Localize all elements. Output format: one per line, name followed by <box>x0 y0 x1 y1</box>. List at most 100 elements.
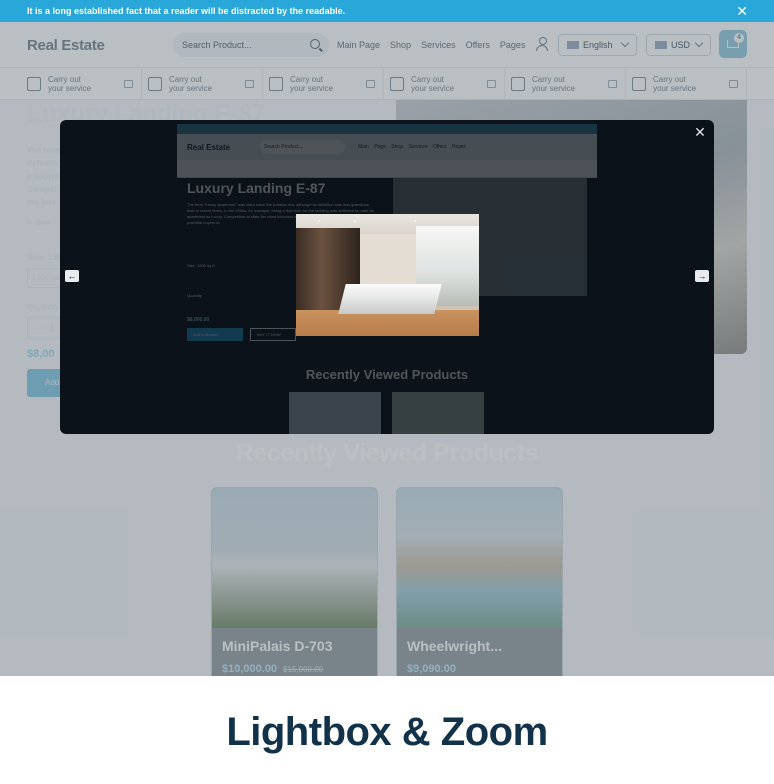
feature-link[interactable]: ✂ See <box>27 218 50 227</box>
description-line: the Inte <box>27 198 56 207</box>
close-icon[interactable]: ✕ <box>692 124 708 140</box>
chevron-down-icon <box>620 38 630 48</box>
product-card-name[interactable]: Wheelwright... <box>407 638 502 654</box>
card-price: $9,090.00 <box>407 663 456 675</box>
store-icon <box>632 77 646 91</box>
service-item[interactable]: Carry out your service <box>384 68 505 100</box>
card-price: $10,000.00 <box>222 663 278 675</box>
card-old-price: $15,000.00 <box>283 665 324 674</box>
apartment-icon <box>390 77 404 91</box>
lightbox-modal: Real Estate Search Product... Main Page … <box>60 120 714 434</box>
service-line2: your service <box>653 84 697 93</box>
arrow-icon <box>245 80 254 88</box>
service-line1: Carry out <box>169 75 202 84</box>
arrow-icon <box>487 80 496 88</box>
mini-logo: Real Estate <box>187 143 231 152</box>
prev-arrow-icon[interactable]: ← <box>65 270 79 282</box>
house-icon <box>269 77 283 91</box>
nav-pages[interactable]: Pages <box>500 40 526 50</box>
currency-value: USD <box>671 40 691 50</box>
service-item[interactable]: Carry out your service <box>263 68 384 100</box>
product-card-image[interactable] <box>212 488 377 628</box>
office-icon <box>148 77 162 91</box>
arrow-icon <box>366 80 375 88</box>
service-line2: your service <box>532 84 576 93</box>
mini-search: Search Product... <box>260 140 345 154</box>
site-header: Real Estate Search Product... Main Page … <box>0 22 774 68</box>
cart-count-badge: 4 <box>734 33 744 43</box>
product-card-price: $10,000.00 $15,000.00 <box>222 663 323 675</box>
mini-title: Luxury Landing E-87 <box>187 180 326 196</box>
description-line: The term <box>27 146 61 155</box>
recently-viewed-heading: Recently Viewed Products <box>235 439 539 467</box>
service-line2: your service <box>411 84 455 93</box>
quantity-label: Quantity <box>27 303 60 312</box>
bank-icon <box>511 77 525 91</box>
search-placeholder: Search Product... <box>182 40 252 50</box>
feature-caption: Lightbox & Zoom <box>0 676 774 784</box>
uk-flag-icon <box>567 41 579 49</box>
service-item[interactable]: Carry out your service <box>21 68 142 100</box>
service-line2: your service <box>169 84 213 93</box>
arrow-icon <box>729 80 738 88</box>
service-item[interactable]: Carry out your service <box>142 68 263 100</box>
mini-buy-button: BUY IT NOW <box>250 328 296 341</box>
image-lamp <box>318 220 320 222</box>
nav-services[interactable]: Services <box>421 40 456 50</box>
mini-nav: Main Page Shop Services Offers Pages <box>358 144 467 150</box>
main-nav: Main Page Shop Services Offers Pages <box>337 22 525 68</box>
feature-link-label: See <box>35 218 51 227</box>
product-card[interactable]: MiniPalais D-703 $10,000.00 $15,000.00 <box>211 487 378 676</box>
service-line2: your service <box>48 84 92 93</box>
image-lamp <box>354 220 356 222</box>
service-item[interactable]: Carry out your service <box>505 68 626 100</box>
mini-quantity: Quantity <box>187 293 202 298</box>
nav-shop[interactable]: Shop <box>390 40 411 50</box>
building-icon <box>27 77 41 91</box>
mini-announcement <box>177 124 597 134</box>
cart-button[interactable]: 4 <box>719 30 747 58</box>
mini-size: Size: 1300 sq ft <box>187 263 215 268</box>
description-line: a doorm <box>27 172 59 181</box>
nav-offers[interactable]: Offers <box>466 40 490 50</box>
service-line1: Carry out <box>48 75 81 84</box>
mini-services <box>177 160 597 178</box>
service-item[interactable]: Carry out your service <box>626 68 747 100</box>
product-price: $8,00 <box>27 348 55 360</box>
arrow-icon <box>124 80 133 88</box>
mini-card <box>392 392 484 434</box>
service-line1: Carry out <box>653 75 686 84</box>
search-icon[interactable] <box>310 39 320 49</box>
arrow-icon <box>608 80 617 88</box>
product-page: It is a long established fact that a rea… <box>0 0 774 676</box>
image-kitchen-island <box>338 284 442 314</box>
announcement-text: It is a long established fact that a rea… <box>27 6 346 16</box>
announcement-close-icon[interactable]: ✕ <box>736 0 748 22</box>
announcement-bar: It is a long established fact that a rea… <box>0 0 774 22</box>
image-lamp <box>414 220 416 222</box>
mini-price: $8,000.00 <box>187 317 210 323</box>
product-description: The term definitio a doorm Compet the In… <box>27 144 61 209</box>
product-card-price: $9,090.00 <box>407 663 456 675</box>
product-card-name[interactable]: MiniPalais D-703 <box>222 638 333 654</box>
next-arrow-icon[interactable]: → <box>695 270 709 282</box>
service-line1: Carry out <box>411 75 444 84</box>
product-card[interactable]: Wheelwright... $9,090.00 <box>396 487 563 676</box>
site-logo[interactable]: Real Estate <box>27 37 105 54</box>
mini-recently-viewed: Recently Viewed Products <box>305 367 469 382</box>
nav-main-page[interactable]: Main Page <box>337 40 380 50</box>
search-input[interactable]: Search Product... <box>173 33 329 57</box>
service-line2: your service <box>290 84 334 93</box>
mini-card <box>289 392 381 434</box>
description-line: Compet <box>27 185 57 194</box>
currency-select[interactable]: USD <box>646 34 711 56</box>
language-value: English <box>583 40 613 50</box>
product-card-image[interactable] <box>397 488 562 628</box>
mini-add-button: Add to Basket <box>187 328 243 341</box>
description-line: definitio <box>27 159 59 168</box>
chevron-down-icon <box>694 38 704 48</box>
language-select[interactable]: English <box>558 34 637 56</box>
lightbox-zoomed-image[interactable] <box>296 214 479 336</box>
user-icon[interactable] <box>536 37 548 51</box>
service-line1: Carry out <box>290 75 323 84</box>
